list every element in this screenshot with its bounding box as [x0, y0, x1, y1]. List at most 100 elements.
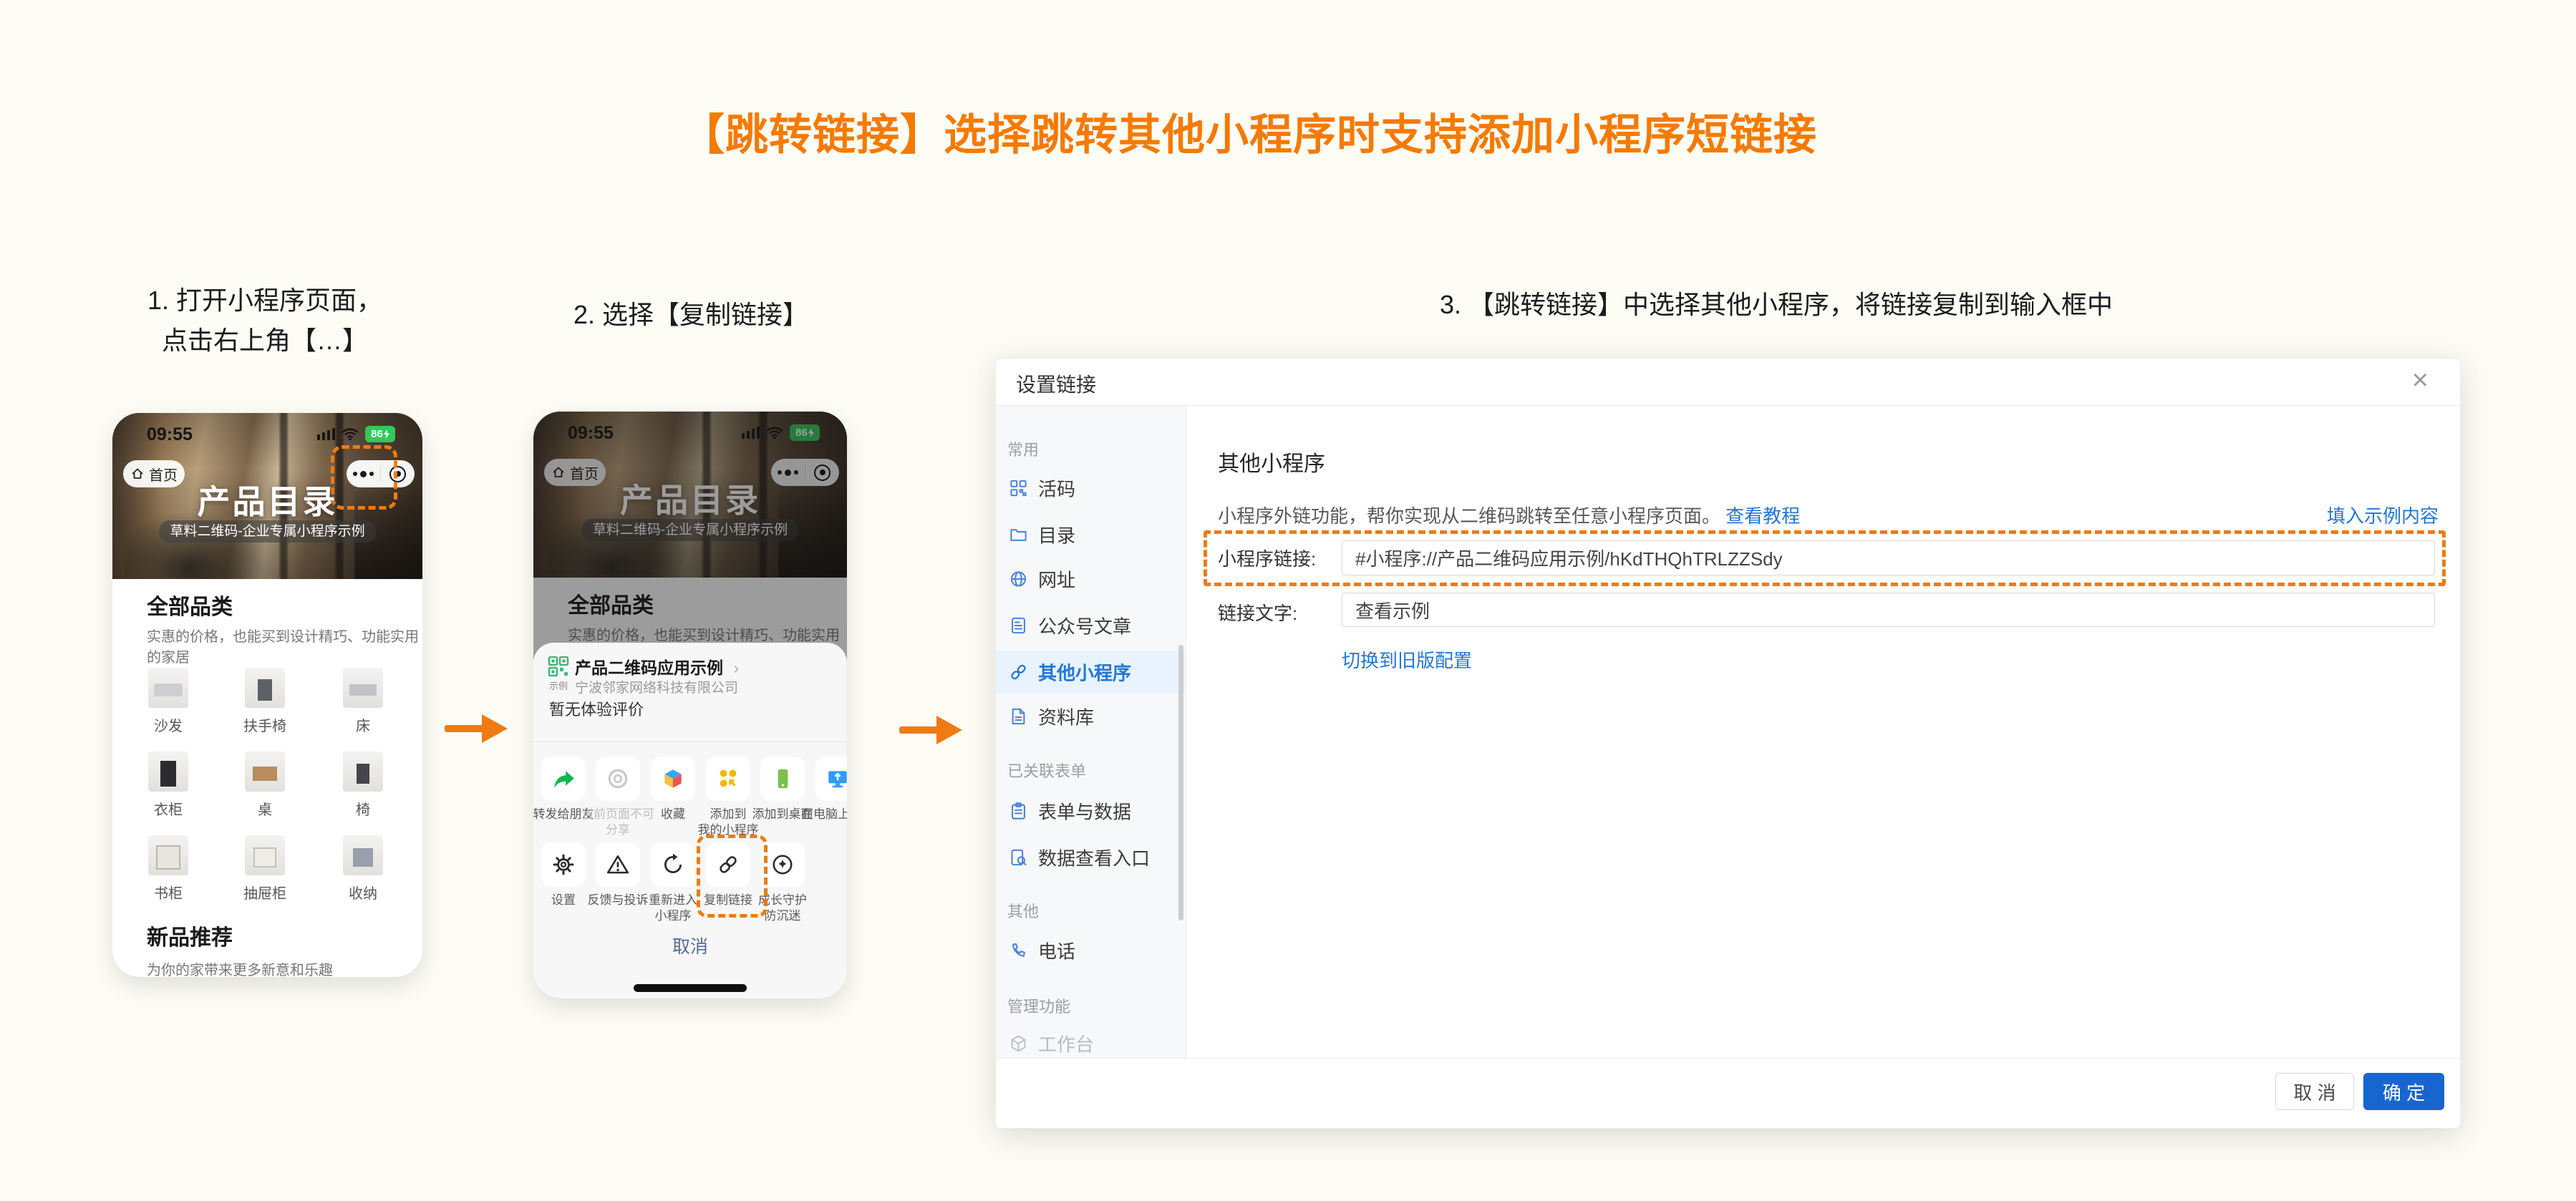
new-section-title: 新品推荐 [147, 926, 233, 950]
category-armchair[interactable]: 扶手椅 [215, 668, 315, 735]
forward-arrow-icon [554, 771, 574, 788]
battery-icon: 86 [365, 425, 395, 442]
folder-icon [1010, 529, 1027, 541]
category-drawers[interactable]: 抽屉柜 [215, 835, 315, 903]
article-icon [1012, 617, 1025, 634]
category-label: 抽屉柜 [243, 886, 286, 902]
cancel-button[interactable]: 取 消 [2275, 1073, 2354, 1110]
switch-old-version-link[interactable]: 切换到旧版配置 [1342, 646, 1472, 673]
step3-label: 3. 【跳转链接】中选择其他小程序，将链接复制到输入框中 [1439, 290, 2113, 319]
sheet-divider [533, 741, 847, 742]
category-image [343, 668, 383, 708]
qr-code-icon [1010, 480, 1027, 497]
wifi-icon [342, 428, 359, 440]
confirm-button[interactable]: 确 定 [2363, 1073, 2444, 1110]
catalog-section-title: 全部品类 [147, 595, 233, 619]
settings-button[interactable] [541, 842, 586, 887]
category-table[interactable]: 桌 [215, 752, 315, 819]
category-image [245, 835, 285, 875]
footer-divider [996, 1058, 2460, 1059]
sidebar-section-other: 其他 [1007, 903, 1040, 920]
sidebar-item-other-miniprogram[interactable]: 其他小程序 [1009, 659, 1181, 686]
link-icon [1011, 664, 1026, 680]
sidebar-item-phone[interactable]: 电话 [1009, 938, 1181, 964]
share-forward-button[interactable] [541, 757, 586, 801]
cube-icon [664, 769, 682, 788]
category-image [245, 752, 285, 792]
app-company: 宁波邻家网络科技有限公司 [575, 681, 739, 696]
sidebar-section-admin: 管理功能 [1007, 998, 1071, 1016]
sidebar-item-official-article[interactable]: 公众号文章 [1009, 613, 1181, 639]
category-wardrobe[interactable]: 衣柜 [118, 752, 218, 819]
chevron-right-icon: › [733, 658, 740, 677]
sidebar-item-label: 电话 [1038, 940, 1076, 963]
monitor-up-icon [828, 771, 847, 788]
sidebar-item-catalog[interactable]: 目录 [1009, 522, 1181, 548]
miniprogram-link-input[interactable] [1342, 540, 2435, 575]
sidebar-item-workbench[interactable]: 工作台 [1009, 1031, 1181, 1057]
sidebar-item-form-data[interactable]: 表单与数据 [1009, 798, 1181, 825]
globe-icon [1010, 571, 1027, 587]
add-to-desktop-button[interactable] [760, 757, 805, 801]
home-indicator [634, 984, 747, 992]
link-text-input[interactable] [1342, 593, 2435, 627]
category-image [148, 752, 188, 792]
category-bed[interactable]: 床 [313, 668, 413, 735]
sheet-cancel-button[interactable]: 取消 [533, 933, 847, 958]
category-label: 收纳 [349, 886, 377, 902]
category-storage[interactable]: 收纳 [313, 835, 413, 903]
sidebar-item-library[interactable]: 资料库 [1009, 704, 1181, 730]
sidebar-item-live-qr[interactable]: 活码 [1009, 475, 1181, 502]
new-section-desc: 为你的家带来更多新意和乐趣 [147, 963, 333, 977]
miniprogram-qr-icon [548, 656, 569, 677]
category-label: 沙发 [154, 719, 183, 734]
cube-icon [1011, 1035, 1026, 1052]
aperture-icon [608, 769, 628, 789]
close-icon[interactable]: × [2412, 364, 2429, 396]
phone-screenshot-2: 09:55 86 首页 产品目录 草料二维码-企业专属小程序示例 全部品类 实惠… [533, 412, 847, 998]
page-title: 【跳转链接】选择跳转其他小程序时支持添加小程序短链接 [682, 111, 1817, 159]
category-label: 书柜 [154, 886, 183, 902]
dialog-sidebar: 常用 活码 目录 网址 公众号文章 其他小程序 资料库 已关联表单 表单与数据 … [996, 406, 1186, 1058]
refresh-icon [664, 853, 682, 873]
phone-screen-icon [778, 769, 788, 789]
reenter-miniprogram-button[interactable] [651, 842, 695, 887]
open-on-pc-button[interactable] [815, 757, 847, 801]
category-image [245, 668, 285, 708]
category-chair[interactable]: 椅 [313, 752, 413, 819]
app-title-text: 产品二维码应用示例 [575, 658, 723, 677]
sidebar-item-label: 网址 [1038, 569, 1076, 591]
category-bookcase[interactable]: 书柜 [118, 835, 218, 903]
category-label: 椅 [356, 802, 370, 818]
miniprogram-page-subtitle: 草料二维码-企业专属小程序示例 [158, 520, 377, 543]
clipboard-icon [1012, 802, 1025, 820]
example-badge: 示例 [548, 681, 568, 691]
app-title[interactable]: 产品二维码应用示例 › [575, 654, 739, 679]
feedback-button[interactable] [596, 842, 640, 887]
category-image [148, 668, 188, 708]
hero-banner: 09:55 86 首页 产品目录 草料二维码-企业专属小程序示例 [112, 413, 422, 579]
phone-icon [1012, 943, 1025, 957]
sidebar-scrollbar[interactable] [1178, 645, 1183, 920]
fill-example-link[interactable]: 填入示例内容 [2327, 502, 2439, 528]
sidebar-item-label: 资料库 [1038, 706, 1095, 729]
status-icons: 86 [317, 424, 395, 443]
tutorial-link[interactable]: 查看教程 [1725, 505, 1800, 527]
set-link-dialog: 设置链接 × 常用 活码 目录 网址 公众号文章 其他小程序 资料库 已关联表单… [995, 358, 2461, 1129]
content-description: 小程序外链功能，帮你实现从二维码跳转至任意小程序页面。 查看教程 [1218, 502, 1800, 528]
sidebar-item-url[interactable]: 网址 [1009, 566, 1181, 593]
document-icon [1012, 708, 1025, 725]
no-review-text: 暂无体验评价 [549, 701, 644, 719]
highlight-box-copy-link [697, 835, 768, 918]
category-image [148, 835, 188, 875]
warning-triangle-icon [606, 855, 629, 874]
sidebar-section-linked-forms: 已关联表单 [1007, 762, 1087, 780]
sidebar-item-data-view-entry[interactable]: 数据查看入口 [1009, 845, 1181, 871]
add-to-miniprograms-button[interactable] [706, 757, 750, 801]
step1-line2: 点击右上角【…】 [161, 326, 368, 355]
favorite-button[interactable] [651, 757, 695, 801]
miniprogram-link-label: 小程序链接: [1218, 548, 1317, 570]
share-disabled-button [596, 757, 640, 801]
category-sofa[interactable]: 沙发 [118, 668, 218, 735]
dialog-title: 设置链接 [1016, 374, 1097, 396]
